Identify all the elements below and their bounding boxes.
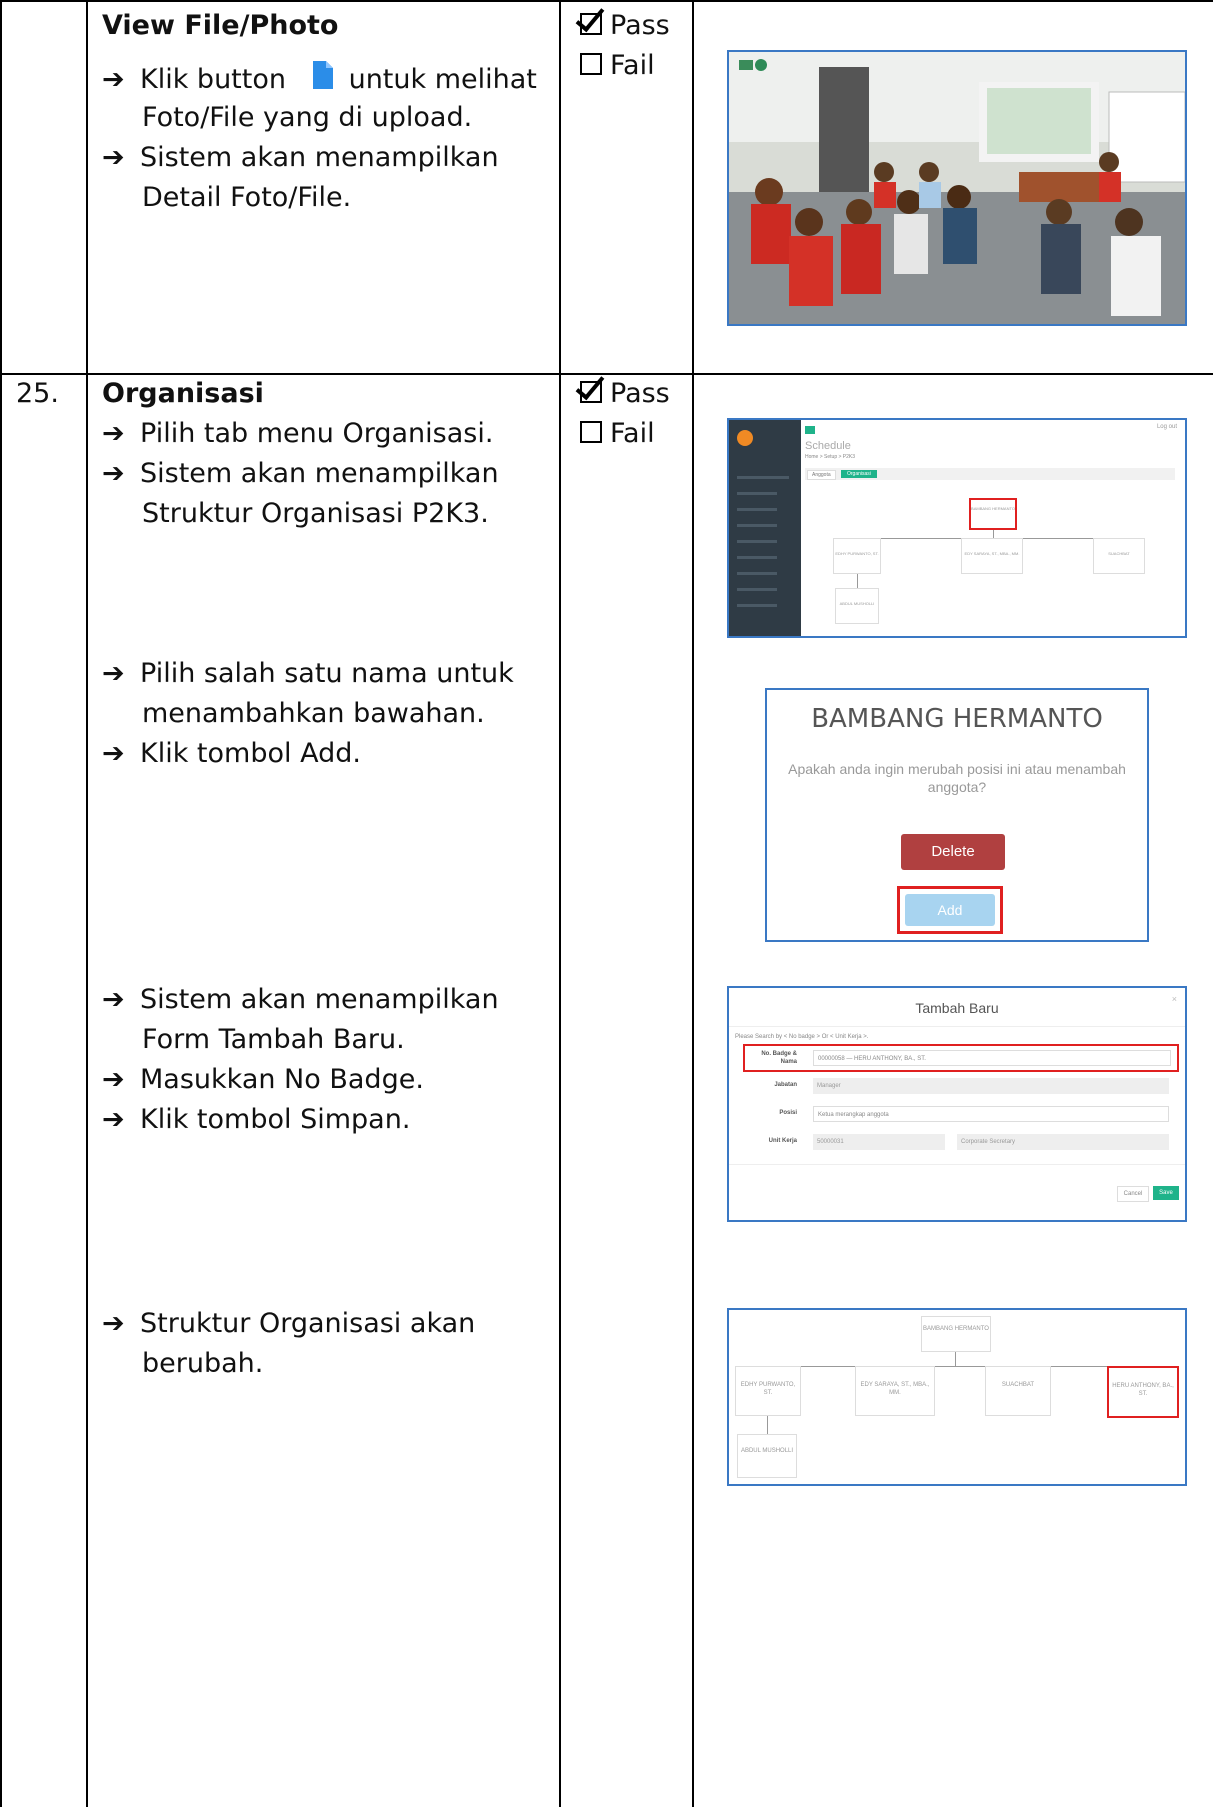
cancel-button[interactable]: Cancel — [1117, 1186, 1149, 1202]
app-sidebar — [729, 420, 801, 636]
posisi-label: Posisi — [779, 1110, 797, 1116]
arrow-right-icon: ➔ — [102, 1104, 125, 1135]
row2-step3-line2: menambahkan bawahan. — [142, 698, 485, 729]
row2-step6: ➔ Masukkan No Badge. — [102, 1060, 424, 1100]
unit-code-field: 50000031 — [813, 1134, 945, 1150]
unit-label: Unit Kerja — [768, 1138, 797, 1144]
row1-title: View File/Photo — [102, 10, 339, 41]
close-icon[interactable]: × — [1172, 994, 1177, 1004]
row2-step3: ➔ Pilih salah satu nama untuk — [102, 654, 514, 694]
org-node-child[interactable]: EDHY PURWANTO, ST. — [833, 538, 881, 574]
empty-box-icon[interactable] — [580, 53, 602, 75]
unit-name-field: Corporate Secretary — [957, 1134, 1169, 1150]
breadcrumb: Home > Setup > P2K3 — [805, 454, 856, 460]
row1-step1-line2: Foto/File yang di upload. — [142, 102, 473, 133]
col-border-3 — [692, 0, 694, 1807]
modal-title: BAMBANG HERMANTO — [811, 704, 1103, 734]
tab-organisasi[interactable]: Organisasi — [841, 470, 877, 478]
org-node-subchild[interactable]: ABDUL MUSHOLLI — [737, 1434, 797, 1478]
arrow-right-icon: ➔ — [102, 418, 125, 449]
updated-org-screenshot: BAMBANG HERMANTO EDHY PURWANTO, ST. EDY … — [727, 1308, 1187, 1486]
logout-link[interactable]: Log out — [1157, 424, 1177, 430]
delete-button[interactable]: Delete — [901, 834, 1005, 870]
jabatan-label: Jabatan — [774, 1082, 797, 1088]
org-node-child[interactable]: EDHY PURWANTO, ST. — [735, 1366, 801, 1416]
page-title: Schedule — [805, 440, 851, 452]
classroom-photo-illustration — [729, 52, 1185, 324]
table-top-border — [0, 0, 1213, 2]
badge-select[interactable]: 00000058 — HERU ANTHONY, BA., ST. — [813, 1050, 1171, 1066]
row2-pass[interactable]: Pass — [580, 374, 670, 414]
row1-pass[interactable]: Pass — [580, 6, 670, 46]
row2-step2: ➔ Sistem akan menampilkan — [102, 454, 499, 494]
logo-icon — [737, 430, 753, 446]
org-node-subchild[interactable]: ABDUL MUSHOLLI — [835, 588, 879, 624]
form-title: Tambah Baru — [915, 1000, 999, 1016]
row2-step8-line2: berubah. — [142, 1348, 264, 1379]
menu-toggle-button[interactable] — [805, 426, 815, 434]
row2-step7: ➔ Klik tombol Simpan. — [102, 1100, 410, 1140]
arrow-right-icon: ➔ — [102, 738, 125, 769]
arrow-right-icon: ➔ — [102, 142, 125, 173]
arrow-right-icon: ➔ — [102, 984, 125, 1015]
jabatan-field: Manager — [813, 1078, 1169, 1094]
row2-title: Organisasi — [102, 378, 264, 409]
org-node-child[interactable]: SUACHBAT — [1093, 538, 1145, 574]
row1-fail[interactable]: Fail — [580, 46, 655, 86]
arrow-right-icon: ➔ — [102, 458, 125, 489]
row2-number: 25. — [16, 378, 59, 409]
arrow-right-icon: ➔ — [102, 64, 125, 95]
org-node-child[interactable]: SUACHBAT — [985, 1366, 1051, 1416]
row2-step5-line2: Form Tambah Baru. — [142, 1024, 405, 1055]
org-node-top[interactable]: BAMBANG HERMANTO — [921, 1316, 991, 1352]
modal-question: Apakah anda ingin merubah posisi ini ata… — [788, 761, 1126, 795]
org-node-child[interactable]: EDY SARAYA, ST., MBA., MM. — [855, 1366, 935, 1416]
row1-step2-line2: Detail Foto/File. — [142, 182, 352, 213]
org-structure-screenshot: Log out Schedule Home > Setup > P2K3 Ang… — [727, 418, 1187, 638]
org-node-top[interactable]: BAMBANG HERMANTO — [969, 498, 1017, 530]
posisi-select[interactable]: Ketua merangkap anggota — [813, 1106, 1169, 1122]
arrow-right-icon: ➔ — [102, 658, 125, 689]
checked-box-icon[interactable] — [580, 381, 602, 403]
add-member-form-screenshot: Tambah Baru × Please Search by < No badg… — [727, 986, 1187, 1222]
row2-fail[interactable]: Fail — [580, 414, 655, 454]
row1-step2: ➔ Sistem akan menampilkan — [102, 138, 499, 178]
tab-anggota[interactable]: Anggota — [807, 470, 836, 480]
col-border-left — [0, 0, 2, 1807]
row2-step8: ➔ Struktur Organisasi akan — [102, 1304, 475, 1344]
training-photo — [727, 50, 1187, 326]
row2-step5: ➔ Sistem akan menampilkan — [102, 980, 499, 1020]
empty-box-icon[interactable] — [580, 421, 602, 443]
row2-step2-line2: Struktur Organisasi P2K3. — [142, 498, 489, 529]
col-border-2 — [559, 0, 561, 1807]
add-button[interactable]: Add — [905, 894, 995, 926]
row1-step1: ➔ Klik button untuk melihat — [102, 58, 537, 100]
col-border-1 — [86, 0, 88, 1807]
search-hint: Please Search by < No badge > Or < Unit … — [735, 1034, 869, 1040]
org-node-child[interactable]: EDY SARAYA, ST., MBA., MM. — [961, 538, 1023, 574]
org-node-new-child[interactable]: HERU ANTHONY, BA., ST. — [1107, 1366, 1179, 1418]
file-icon[interactable] — [305, 58, 339, 92]
row2-step4: ➔ Klik tombol Add. — [102, 734, 361, 774]
row2-step1: ➔ Pilih tab menu Organisasi. — [102, 414, 493, 454]
position-modal-screenshot: BAMBANG HERMANTO Apakah anda ingin merub… — [765, 688, 1149, 942]
arrow-right-icon: ➔ — [102, 1064, 125, 1095]
arrow-right-icon: ➔ — [102, 1308, 125, 1339]
save-button[interactable]: Save — [1153, 1186, 1179, 1200]
checked-box-icon[interactable] — [580, 13, 602, 35]
badge-label: No. Badge & Nama — [761, 1051, 797, 1065]
